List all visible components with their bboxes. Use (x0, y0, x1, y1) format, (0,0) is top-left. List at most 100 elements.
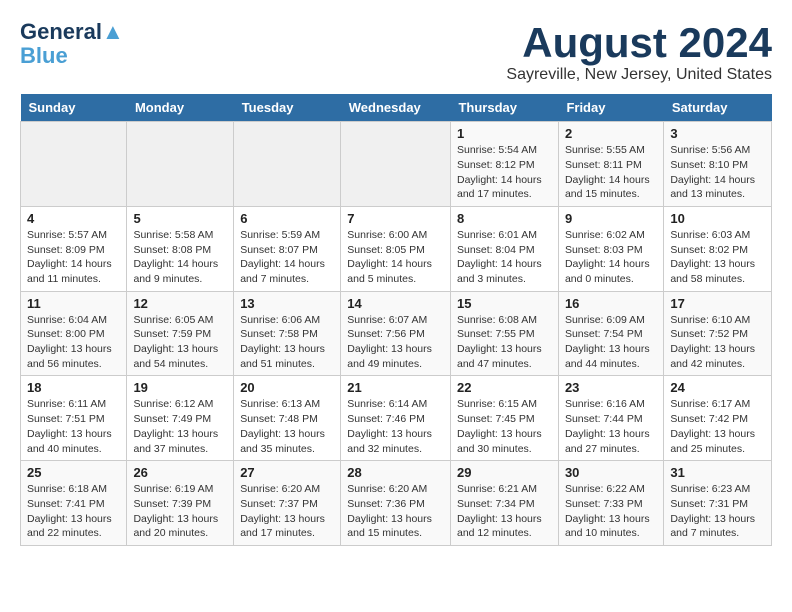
day-info: Sunrise: 6:16 AM Sunset: 7:44 PM Dayligh… (565, 397, 657, 456)
logo-text: General▲ (20, 20, 124, 44)
calendar-cell (21, 122, 127, 207)
day-info: Sunrise: 6:23 AM Sunset: 7:31 PM Dayligh… (670, 482, 765, 541)
calendar-cell: 10 Sunrise: 6:03 AM Sunset: 8:02 PM Dayli… (664, 206, 772, 291)
calendar-week-row: 18 Sunrise: 6:11 AM Sunset: 7:51 PM Dayli… (21, 376, 772, 461)
day-number: 14 (347, 296, 444, 311)
day-number: 1 (457, 126, 552, 141)
header: General▲ Blue August 2024 Sayreville, Ne… (20, 20, 772, 84)
calendar-cell: 27 Sunrise: 6:20 AM Sunset: 7:37 PM Dayli… (234, 461, 341, 546)
day-number: 18 (27, 380, 120, 395)
calendar-week-row: 4Sunrise: 5:57 AM Sunset: 8:09 PM Daylig… (21, 206, 772, 291)
day-number: 2 (565, 126, 657, 141)
calendar-cell: 21 Sunrise: 6:14 AM Sunset: 7:46 PM Dayli… (341, 376, 451, 461)
day-info: Sunrise: 6:13 AM Sunset: 7:48 PM Dayligh… (240, 397, 334, 456)
day-number: 20 (240, 380, 334, 395)
day-info: Sunrise: 5:56 AM Sunset: 8:10 PM Dayligh… (670, 143, 765, 202)
logo-subtext: Blue (20, 44, 68, 68)
day-info: Sunrise: 6:19 AM Sunset: 7:39 PM Dayligh… (133, 482, 227, 541)
day-number: 9 (565, 211, 657, 226)
calendar-cell: 1 Sunrise: 5:54 AM Sunset: 8:12 PM Daylig… (450, 122, 558, 207)
day-info: Sunrise: 6:03 AM Sunset: 8:02 PM Dayligh… (670, 228, 765, 287)
day-info: Sunrise: 5:55 AM Sunset: 8:11 PM Dayligh… (565, 143, 657, 202)
weekday-header-saturday: Saturday (664, 94, 772, 122)
day-info: Sunrise: 6:06 AM Sunset: 7:58 PM Dayligh… (240, 313, 334, 372)
weekday-header-wednesday: Wednesday (341, 94, 451, 122)
calendar-cell: 22Sunrise: 6:15 AM Sunset: 7:45 PM Dayli… (450, 376, 558, 461)
calendar-cell (341, 122, 451, 207)
day-info: Sunrise: 6:01 AM Sunset: 8:04 PM Dayligh… (457, 228, 552, 287)
calendar-cell: 3 Sunrise: 5:56 AM Sunset: 8:10 PM Daylig… (664, 122, 772, 207)
day-number: 27 (240, 465, 334, 480)
day-number: 26 (133, 465, 227, 480)
calendar-subtitle: Sayreville, New Jersey, United States (506, 66, 772, 84)
day-info: Sunrise: 6:08 AM Sunset: 7:55 PM Dayligh… (457, 313, 552, 372)
day-number: 6 (240, 211, 334, 226)
day-info: Sunrise: 6:05 AM Sunset: 7:59 PM Dayligh… (133, 313, 227, 372)
day-info: Sunrise: 6:02 AM Sunset: 8:03 PM Dayligh… (565, 228, 657, 287)
day-info: Sunrise: 6:12 AM Sunset: 7:49 PM Dayligh… (133, 397, 227, 456)
day-info: Sunrise: 6:20 AM Sunset: 7:37 PM Dayligh… (240, 482, 334, 541)
day-info: Sunrise: 5:58 AM Sunset: 8:08 PM Dayligh… (133, 228, 227, 287)
day-info: Sunrise: 6:21 AM Sunset: 7:34 PM Dayligh… (457, 482, 552, 541)
calendar-cell: 11 Sunrise: 6:04 AM Sunset: 8:00 PM Dayli… (21, 291, 127, 376)
day-info: Sunrise: 6:17 AM Sunset: 7:42 PM Dayligh… (670, 397, 765, 456)
day-info: Sunrise: 6:07 AM Sunset: 7:56 PM Dayligh… (347, 313, 444, 372)
calendar-cell: 26 Sunrise: 6:19 AM Sunset: 7:39 PM Dayli… (127, 461, 234, 546)
day-number: 16 (565, 296, 657, 311)
day-number: 23 (565, 380, 657, 395)
calendar-cell: 15 Sunrise: 6:08 AM Sunset: 7:55 PM Dayli… (450, 291, 558, 376)
calendar-cell: 2 Sunrise: 5:55 AM Sunset: 8:11 PM Daylig… (558, 122, 663, 207)
day-number: 15 (457, 296, 552, 311)
calendar-table: SundayMondayTuesdayWednesdayThursdayFrid… (20, 94, 772, 546)
day-info: Sunrise: 6:04 AM Sunset: 8:00 PM Dayligh… (27, 313, 120, 372)
day-number: 4 (27, 211, 120, 226)
calendar-week-row: 1 Sunrise: 5:54 AM Sunset: 8:12 PM Daylig… (21, 122, 772, 207)
calendar-cell: 25Sunrise: 6:18 AM Sunset: 7:41 PM Dayli… (21, 461, 127, 546)
calendar-cell (127, 122, 234, 207)
day-number: 29 (457, 465, 552, 480)
calendar-cell: 20 Sunrise: 6:13 AM Sunset: 7:48 PM Dayli… (234, 376, 341, 461)
calendar-cell (234, 122, 341, 207)
calendar-cell: 6Sunrise: 5:59 AM Sunset: 8:07 PM Daylig… (234, 206, 341, 291)
calendar-cell: 30 Sunrise: 6:22 AM Sunset: 7:33 PM Dayli… (558, 461, 663, 546)
day-number: 3 (670, 126, 765, 141)
calendar-cell: 29 Sunrise: 6:21 AM Sunset: 7:34 PM Dayli… (450, 461, 558, 546)
day-number: 12 (133, 296, 227, 311)
day-info: Sunrise: 6:00 AM Sunset: 8:05 PM Dayligh… (347, 228, 444, 287)
calendar-week-row: 25Sunrise: 6:18 AM Sunset: 7:41 PM Dayli… (21, 461, 772, 546)
day-number: 5 (133, 211, 227, 226)
day-number: 22 (457, 380, 552, 395)
weekday-header-friday: Friday (558, 94, 663, 122)
day-number: 30 (565, 465, 657, 480)
day-info: Sunrise: 6:22 AM Sunset: 7:33 PM Dayligh… (565, 482, 657, 541)
day-info: Sunrise: 6:09 AM Sunset: 7:54 PM Dayligh… (565, 313, 657, 372)
calendar-cell: 16 Sunrise: 6:09 AM Sunset: 7:54 PM Dayli… (558, 291, 663, 376)
day-number: 17 (670, 296, 765, 311)
weekday-header-tuesday: Tuesday (234, 94, 341, 122)
day-info: Sunrise: 6:10 AM Sunset: 7:52 PM Dayligh… (670, 313, 765, 372)
day-info: Sunrise: 5:54 AM Sunset: 8:12 PM Dayligh… (457, 143, 552, 202)
calendar-cell: 5 Sunrise: 5:58 AM Sunset: 8:08 PM Daylig… (127, 206, 234, 291)
calendar-cell: 14 Sunrise: 6:07 AM Sunset: 7:56 PM Dayli… (341, 291, 451, 376)
logo: General▲ Blue (20, 20, 124, 68)
calendar-cell: 19Sunrise: 6:12 AM Sunset: 7:49 PM Dayli… (127, 376, 234, 461)
day-number: 28 (347, 465, 444, 480)
title-section: August 2024 Sayreville, New Jersey, Unit… (506, 20, 772, 84)
calendar-cell: 17 Sunrise: 6:10 AM Sunset: 7:52 PM Dayli… (664, 291, 772, 376)
day-info: Sunrise: 6:11 AM Sunset: 7:51 PM Dayligh… (27, 397, 120, 456)
day-number: 21 (347, 380, 444, 395)
calendar-cell: 13 Sunrise: 6:06 AM Sunset: 7:58 PM Dayli… (234, 291, 341, 376)
calendar-cell: 24Sunrise: 6:17 AM Sunset: 7:42 PM Dayli… (664, 376, 772, 461)
calendar-cell: 23 Sunrise: 6:16 AM Sunset: 7:44 PM Dayli… (558, 376, 663, 461)
day-number: 10 (670, 211, 765, 226)
weekday-header-thursday: Thursday (450, 94, 558, 122)
day-number: 13 (240, 296, 334, 311)
weekday-header-monday: Monday (127, 94, 234, 122)
calendar-cell: 28Sunrise: 6:20 AM Sunset: 7:36 PM Dayli… (341, 461, 451, 546)
calendar-week-row: 11 Sunrise: 6:04 AM Sunset: 8:00 PM Dayli… (21, 291, 772, 376)
day-number: 11 (27, 296, 120, 311)
day-info: Sunrise: 6:14 AM Sunset: 7:46 PM Dayligh… (347, 397, 444, 456)
calendar-cell: 31Sunrise: 6:23 AM Sunset: 7:31 PM Dayli… (664, 461, 772, 546)
calendar-cell: 12 Sunrise: 6:05 AM Sunset: 7:59 PM Dayli… (127, 291, 234, 376)
day-info: Sunrise: 6:18 AM Sunset: 7:41 PM Dayligh… (27, 482, 120, 541)
